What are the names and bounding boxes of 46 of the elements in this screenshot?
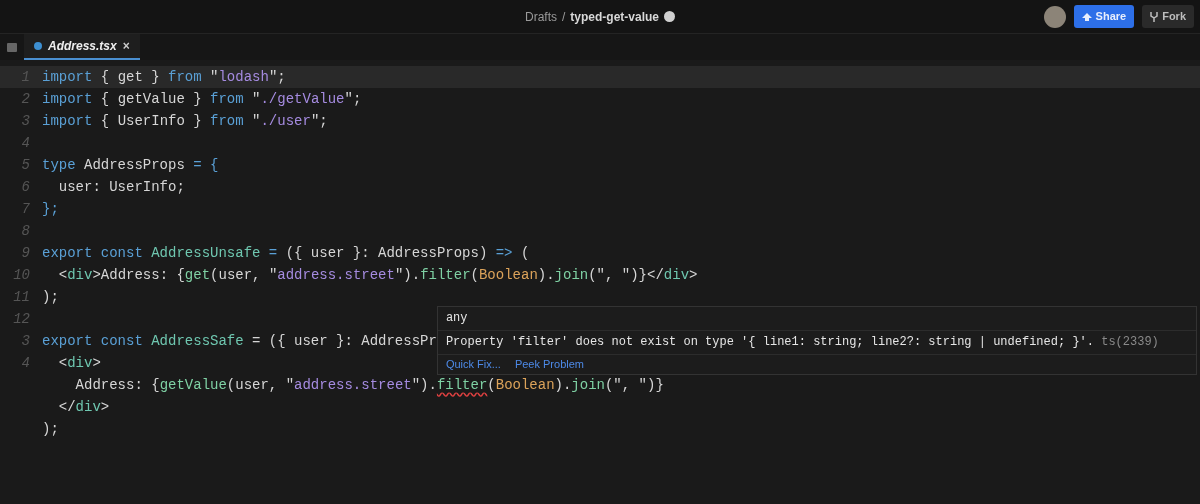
- project-title: typed-get-value: [570, 8, 659, 26]
- line-number: 4: [20, 134, 30, 153]
- status-icon: [664, 11, 675, 22]
- share-button[interactable]: Share: [1073, 5, 1135, 28]
- line-number: 3: [20, 112, 30, 131]
- code-line: type AddressProps = {: [41, 156, 219, 175]
- close-icon[interactable]: ×: [122, 37, 130, 55]
- fork-icon: [1150, 11, 1159, 22]
- quick-fix-link[interactable]: Quick Fix...: [445, 356, 501, 372]
- breadcrumb-link[interactable]: Drafts: [524, 7, 557, 26]
- code-line: );: [41, 288, 59, 307]
- line-number: 8: [20, 222, 30, 241]
- code-line: user: UserInfo;: [57, 178, 185, 197]
- code-line: <div>: [57, 354, 101, 373]
- sidebar-icon[interactable]: [7, 42, 17, 52]
- fork-button[interactable]: Fork: [1142, 5, 1194, 28]
- error-code: ts(2339): [1101, 334, 1159, 349]
- editor-tab[interactable]: Address.tsx ×: [24, 34, 140, 60]
- line-number: 12: [12, 310, 30, 329]
- line-number: 2: [20, 90, 30, 109]
- error-message: Property 'filter' does not exist on type '{ line1: string; line2?: string | undefined; }'.: [445, 334, 1094, 349]
- tab-label: Address.tsx: [48, 38, 117, 55]
- code-line: };: [41, 200, 59, 219]
- code-line: export const AddressSafe = ({ user }: AddressPr: [42, 333, 437, 349]
- code-line: import { getValue } from "./getValue";: [41, 90, 362, 109]
- breadcrumb-separator: /: [562, 8, 566, 26]
- peek-problem-link[interactable]: Peek Problem: [514, 356, 584, 372]
- code-line: );: [41, 420, 59, 439]
- type-info: any: [437, 307, 1196, 331]
- line-number: 11: [12, 288, 30, 307]
- line-number: 3: [20, 332, 30, 351]
- code-line: <div>Address: {get(user, "address.street").filter(Boolean).join(", ")}</div>: [57, 266, 698, 285]
- line-number: 10: [12, 266, 30, 285]
- line-number: 7: [20, 200, 30, 219]
- file-icon: [34, 42, 42, 50]
- line-number: 6: [20, 178, 30, 197]
- code-line: import { UserInfo } from "./user";: [41, 112, 328, 131]
- code-line: Address: {getValue(user, "address.street").filter(Boolean).join(", ")}: [74, 376, 664, 395]
- code-line: import { get } from "lodash";: [41, 68, 286, 87]
- line-number: 4: [20, 354, 30, 373]
- upload-icon: [1081, 12, 1092, 21]
- avatar[interactable]: [1043, 5, 1066, 28]
- line-number: 5: [20, 156, 30, 175]
- line-number: 9: [20, 244, 30, 263]
- code-line: export const AddressUnsafe = ({ user }: AddressProps) => (: [41, 244, 530, 263]
- code-line: </div>: [57, 398, 110, 417]
